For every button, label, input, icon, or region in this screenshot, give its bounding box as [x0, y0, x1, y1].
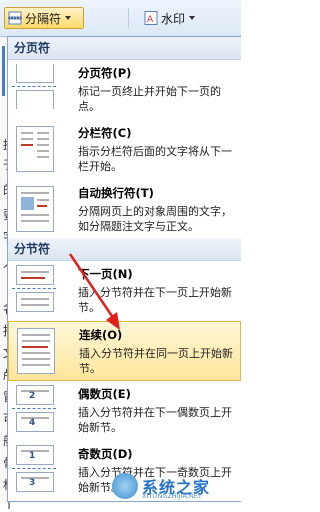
menu-item-even-page[interactable]: 2 4 偶数页(E) 插入分节符并在下一偶数页上开始新节。 [8, 381, 241, 441]
menu-item-continuous[interactable]: 连续(O) 插入分节符并在同一页上开始新节。 [8, 321, 241, 381]
menu-item-column-break[interactable]: 分栏符(C) 指示分栏符后面的文字将从下一栏开始。 [8, 120, 241, 180]
menu-item-text-wrapping-break[interactable]: 自动换行符(T) 分隔网页上的对象周围的文字，如分隔题注文字与正文。 [8, 180, 241, 238]
watermark-url: XITONGZHIJIA.NET [142, 492, 202, 500]
watermark-button-label: 水印 [161, 11, 186, 26]
menu-item-next-page[interactable]: 下一页(N) 插入分节符并在下一页上开始新节。 [8, 261, 241, 321]
breaks-button-label: 分隔符 [25, 11, 62, 26]
odd-page-section-icon: 1 3 [12, 445, 56, 492]
watermark-button[interactable]: A 水印 [140, 7, 208, 29]
menu-item-description: 插入分节符并在下一偶数页上开始新节。 [78, 406, 232, 434]
menu-item-title: 奇数页(D) [78, 447, 133, 461]
page-breaks-header: 分页符 [8, 37, 241, 60]
ribbon: 分隔符 A 水印 [0, 0, 241, 37]
breaks-dropdown-menu: 分页符 分页符(P) 标记一页终止并开始下一页的点。 分栏符(C) 指示分栏符后… [7, 36, 241, 502]
menu-item-description: 插入分节符并在同一页上开始新节。 [79, 347, 233, 375]
menu-item-title: 分页符(P) [78, 66, 132, 80]
menu-item-title: 自动换行符(T) [78, 186, 154, 200]
chevron-down-icon [65, 16, 72, 20]
column-break-icon [12, 124, 56, 172]
page-break-icon [12, 64, 56, 110]
menu-item-title: 偶数页(E) [78, 387, 131, 401]
next-page-section-icon [12, 265, 56, 312]
text-wrapping-break-icon [12, 184, 56, 232]
even-page-section-icon: 2 4 [12, 385, 56, 432]
breaks-icon [8, 11, 22, 25]
page-number: 4 [29, 418, 36, 428]
chevron-down-icon [189, 16, 196, 20]
menu-item-description: 标记一页终止并开始下一页的点。 [78, 85, 221, 113]
menu-item-description: 分隔网页上的对象周围的文字，如分隔题注文字与正文。 [78, 205, 232, 233]
site-watermark: 系统之家 XITONGZHIJIA.NET [112, 470, 241, 502]
breaks-button[interactable]: 分隔符 [4, 7, 84, 29]
page-number: 1 [29, 451, 36, 461]
menu-item-description: 插入分节符并在下一页上开始新节。 [78, 286, 232, 314]
page-number: 3 [29, 478, 36, 488]
continuous-section-icon [13, 326, 57, 374]
ribbon-divider [128, 8, 129, 28]
watermark-logo-icon [112, 473, 138, 499]
selection-bar [2, 46, 5, 96]
svg-text:A: A [147, 15, 154, 25]
page-number: 2 [29, 391, 36, 401]
menu-item-description: 指示分栏符后面的文字将从下一栏开始。 [78, 145, 232, 173]
menu-item-title: 分栏符(C) [78, 126, 132, 140]
menu-item-page-break[interactable]: 分页符(P) 标记一页终止并开始下一页的点。 [8, 60, 241, 120]
menu-item-title: 连续(O) [79, 328, 123, 342]
section-breaks-header: 分节符 [8, 238, 241, 261]
watermark-icon: A [144, 11, 158, 25]
menu-item-title: 下一页(N) [78, 267, 133, 281]
